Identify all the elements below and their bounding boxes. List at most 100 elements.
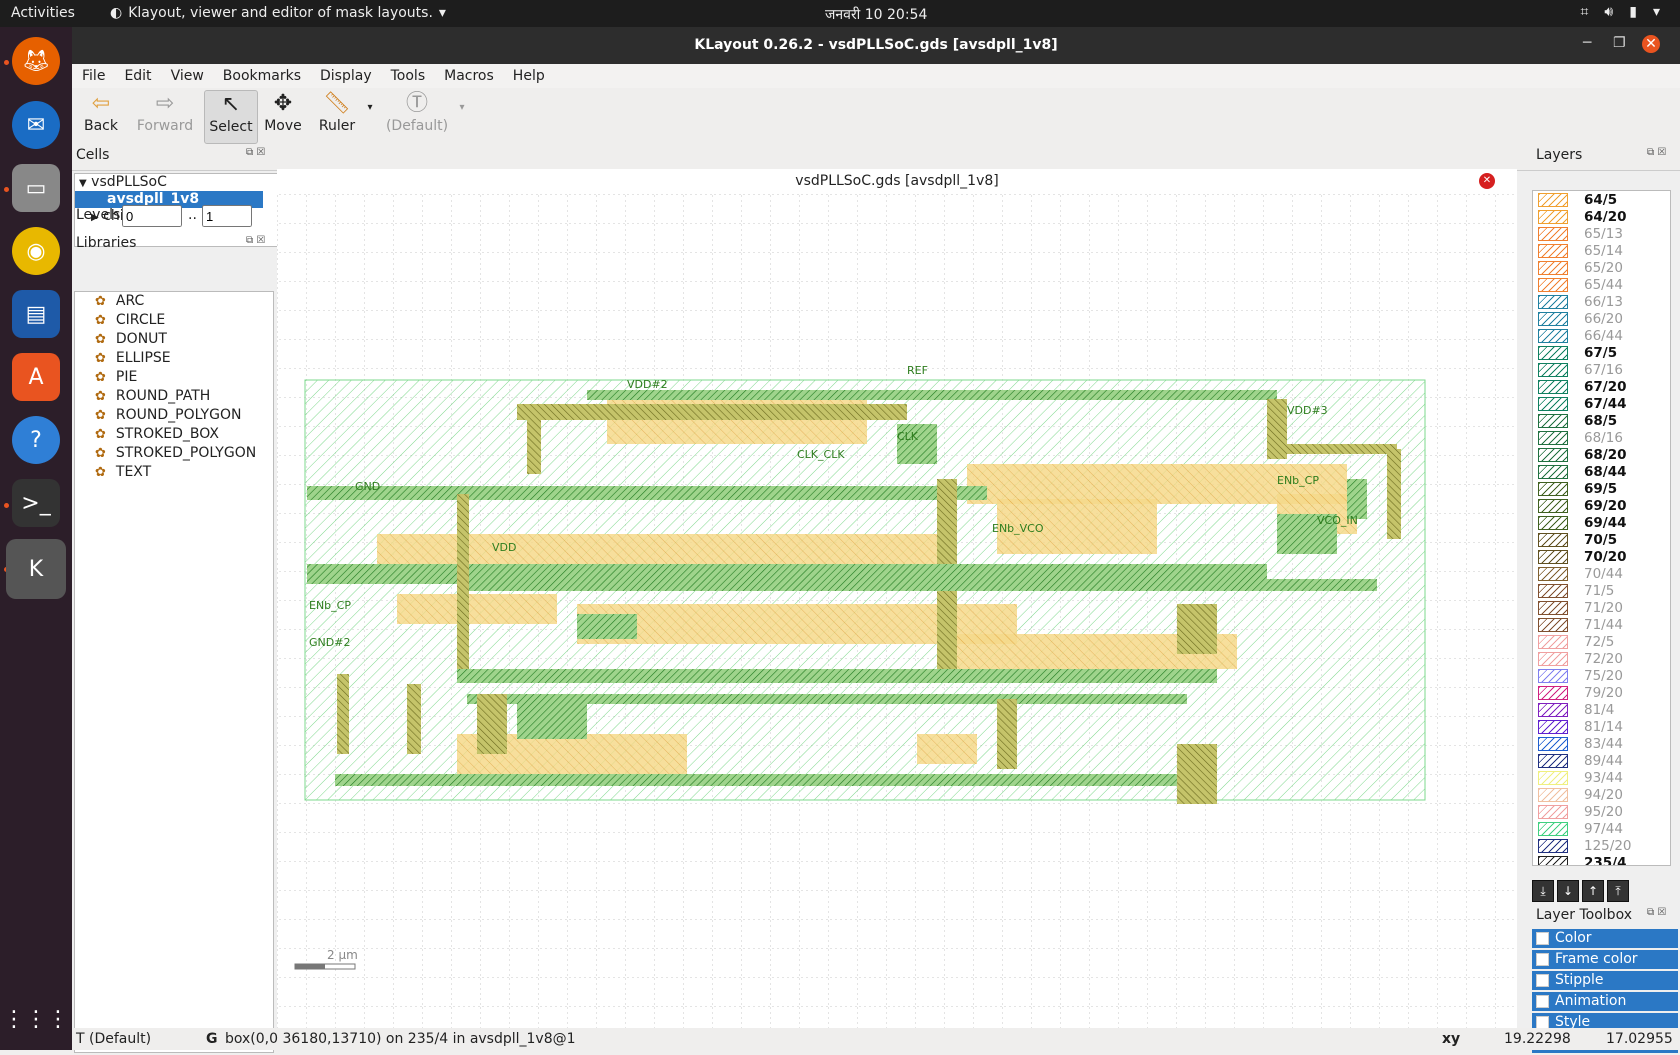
close-icon[interactable]: ✕ [1642,35,1660,53]
library-item[interactable]: ✿ CIRCLE [75,311,273,330]
layer-row[interactable]: 95/20 [1533,803,1670,820]
move-button[interactable]: ✥ Move [260,90,306,142]
layer-row[interactable]: 125/20 [1533,837,1670,854]
move-up-icon[interactable]: ↑ [1582,880,1604,902]
files-icon[interactable]: ▭ [12,164,60,212]
library-item[interactable]: ✿ TEXT [75,463,273,482]
layer-row[interactable]: 97/44 [1533,820,1670,837]
forward-button[interactable]: ⇨ Forward [128,90,202,142]
layer-row[interactable]: 65/13 [1533,225,1670,242]
toolbox-panel-controls[interactable]: ⧉ ☒ [1647,907,1666,918]
show-apps-icon[interactable]: ⋮⋮⋮ [3,995,69,1043]
layer-row[interactable]: 65/14 [1533,242,1670,259]
layer-row[interactable]: 67/20 [1533,378,1670,395]
layer-row[interactable]: 64/5 [1533,191,1670,208]
layer-row[interactable]: 67/16 [1533,361,1670,378]
writer-icon[interactable]: ▤ [12,290,60,338]
level-from-input[interactable] [122,205,182,227]
layer-row[interactable]: 70/44 [1533,565,1670,582]
activities-button[interactable]: Activities [11,5,75,21]
terminal-icon[interactable]: >_ [12,479,60,527]
layer-row[interactable]: 94/20 [1533,786,1670,803]
library-item[interactable]: ✿ ARC [75,292,273,311]
checkbox[interactable] [1536,974,1549,987]
libraries-panel-controls[interactable]: ⧉ ☒ [246,235,265,246]
layer-row[interactable]: 66/13 [1533,293,1670,310]
select-button[interactable]: ↖ Select [204,90,258,144]
layer-row[interactable]: 64/20 [1533,208,1670,225]
layer-row[interactable]: 71/44 [1533,616,1670,633]
library-item[interactable]: ✿ ROUND_POLYGON [75,406,273,425]
layer-row[interactable]: 68/44 [1533,463,1670,480]
clock[interactable]: जनवरी 10 20:54 [825,5,927,24]
layer-row[interactable]: 81/4 [1533,701,1670,718]
toolbox-frame-color[interactable]: Frame color [1532,950,1678,969]
help-icon[interactable]: ? [12,416,60,464]
layer-row[interactable]: 69/20 [1533,497,1670,514]
layer-row[interactable]: 70/20 [1533,548,1670,565]
layer-row[interactable]: 69/5 [1533,480,1670,497]
layer-row[interactable]: 68/5 [1533,412,1670,429]
layer-row[interactable]: 235/4 [1533,854,1670,865]
maximize-icon[interactable]: ❐ [1613,35,1626,51]
layer-row[interactable]: 79/20 [1533,684,1670,701]
close-tab-icon[interactable]: ✕ [1479,173,1495,189]
checkbox[interactable] [1536,995,1549,1008]
layer-row[interactable]: 65/44 [1533,276,1670,293]
cells-panel-controls[interactable]: ⧉ ☒ [246,147,265,158]
menu-view[interactable]: View [161,64,213,88]
menu-edit[interactable]: Edit [114,64,160,88]
library-item[interactable]: ✿ ROUND_PATH [75,387,273,406]
ruler-dropdown[interactable]: ▾ [365,102,375,154]
minimize-icon[interactable]: ─ [1583,35,1591,51]
software-icon[interactable]: A [12,353,60,401]
menu-display[interactable]: Display [310,64,381,88]
layer-row[interactable]: 72/20 [1533,650,1670,667]
layers-panel-controls[interactable]: ⧉ ☒ [1647,147,1666,158]
tree-item-vsdPLLSoC[interactable]: ▼ vsdPLLSoC [75,174,277,191]
library-item[interactable]: ✿ STROKED_BOX [75,425,273,444]
system-tray[interactable]: ⌗ 🔊︎ ▮ ▾ [1581,4,1660,20]
library-item[interactable]: ✿ STROKED_POLYGON [75,444,273,463]
layer-row[interactable]: 71/20 [1533,599,1670,616]
toolbox-stipple[interactable]: Stipple [1532,971,1678,990]
layer-row[interactable]: 69/44 [1533,514,1670,531]
toolbox-animation[interactable]: Animation [1532,992,1678,1011]
level-to-input[interactable] [202,205,252,227]
checkbox[interactable] [1536,953,1549,966]
layer-row[interactable]: 67/44 [1533,395,1670,412]
layer-row[interactable]: 89/44 [1533,752,1670,769]
layers-list[interactable]: 64/5 64/20 65/13 65/14 65/20 65/44 66/13 66/20 6… [1532,190,1671,866]
checkbox[interactable] [1536,932,1549,945]
layout-tab[interactable]: vsdPLLSoC.gds [avsdpll_1v8] ✕ [277,169,1517,195]
layer-row[interactable]: 81/14 [1533,718,1670,735]
layer-row[interactable]: 72/5 [1533,633,1670,650]
ruler-button[interactable]: 📏︎ Ruler [312,90,362,142]
layer-row[interactable]: 75/20 [1533,667,1670,684]
toolbox-color[interactable]: Color [1532,929,1678,948]
layer-row[interactable]: 67/5 [1533,344,1670,361]
layer-row[interactable]: 83/44 [1533,735,1670,752]
back-button[interactable]: ⇦ Back [76,90,126,142]
menu-tools[interactable]: Tools [381,64,435,88]
menu-macros[interactable]: Macros [434,64,503,88]
layer-row[interactable]: 66/44 [1533,327,1670,344]
layout-canvas[interactable]: VDD#2 VDD#3 REF CLK GND GND#2 ENb_VCO EN… [277,194,1517,1028]
layer-row[interactable]: 71/5 [1533,582,1670,599]
move-bottom-icon[interactable]: ⤓ [1532,880,1554,902]
move-down-icon[interactable]: ↓ [1557,880,1579,902]
layer-row[interactable]: 68/20 [1533,446,1670,463]
thunderbird-icon[interactable]: ✉ [12,101,60,149]
menu-help[interactable]: Help [503,64,554,88]
library-item[interactable]: ✿ PIE [75,368,273,387]
default-text-button[interactable]: Ⓣ (Default) [382,90,452,142]
menu-file[interactable]: File [72,64,114,88]
library-item[interactable]: ✿ DONUT [75,330,273,349]
default-dropdown[interactable]: ▾ [457,102,467,154]
app-menu[interactable]: ◐ Klayout, viewer and editor of mask lay… [110,5,446,21]
layer-row[interactable]: 93/44 [1533,769,1670,786]
rhythmbox-icon[interactable]: ◉ [12,227,60,275]
library-item[interactable]: ✿ ELLIPSE [75,349,273,368]
move-top-icon[interactable]: ⤒ [1607,880,1629,902]
firefox-icon[interactable]: 🦊︎ [12,37,60,85]
